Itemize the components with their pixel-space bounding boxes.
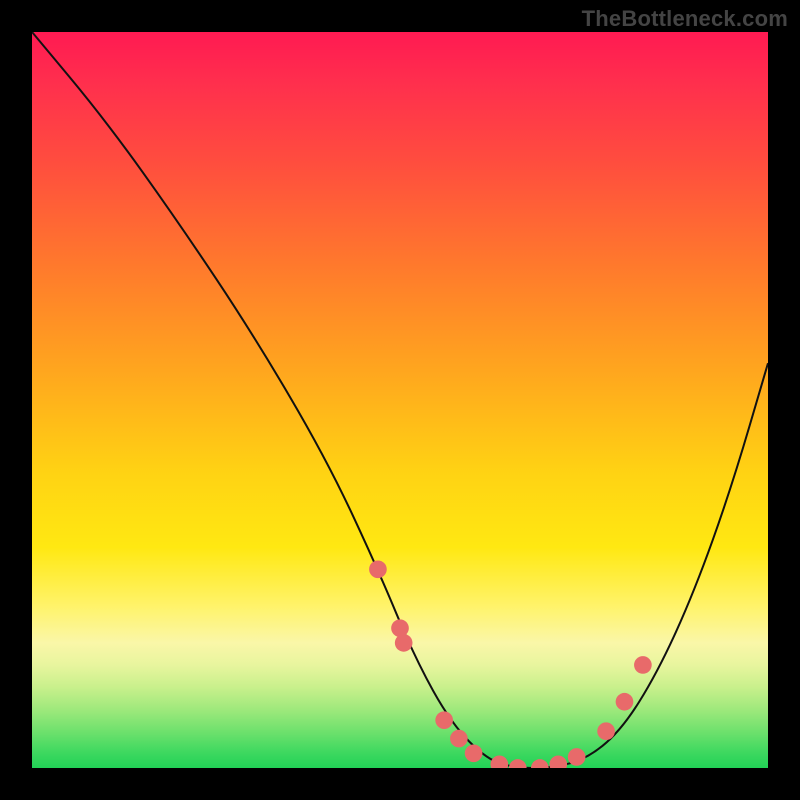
gpu-sample-point bbox=[568, 748, 586, 766]
plot-area bbox=[32, 32, 768, 768]
attribution-watermark: TheBottleneck.com bbox=[582, 6, 788, 32]
gpu-sample-point bbox=[391, 619, 409, 637]
gpu-sample-point bbox=[509, 759, 527, 768]
gpu-sample-point bbox=[616, 693, 634, 711]
gpu-sample-points-group bbox=[369, 560, 652, 768]
gpu-sample-point bbox=[435, 711, 453, 729]
gpu-sample-point bbox=[597, 722, 615, 740]
gpu-sample-point bbox=[549, 755, 567, 768]
gpu-sample-point bbox=[465, 744, 483, 762]
gpu-sample-point bbox=[369, 560, 387, 578]
gpu-sample-points bbox=[32, 32, 768, 768]
gpu-sample-point bbox=[531, 759, 549, 768]
chart-frame: TheBottleneck.com bbox=[0, 0, 800, 800]
gpu-sample-point bbox=[395, 634, 413, 652]
gpu-sample-point bbox=[491, 755, 509, 768]
gpu-sample-point bbox=[634, 656, 652, 674]
gpu-sample-point bbox=[450, 730, 468, 748]
